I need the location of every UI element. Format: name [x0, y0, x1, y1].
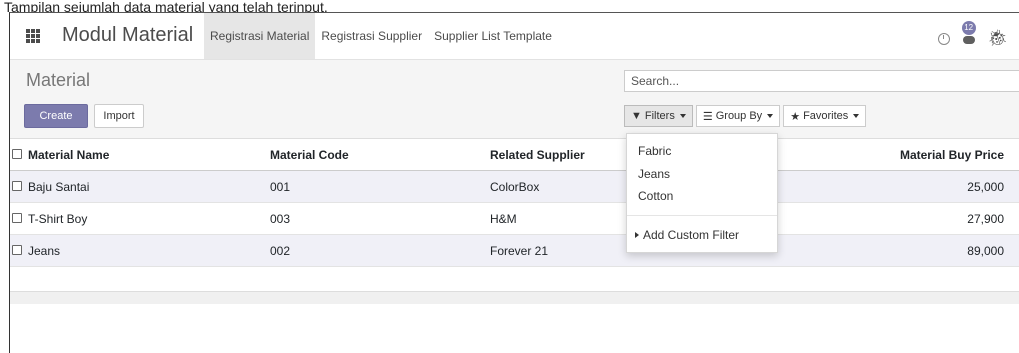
menu-supplier-list-template[interactable]: Supplier List Template: [428, 13, 558, 59]
table-row[interactable]: Baju Santai 001 ColorBox 25,000: [10, 171, 1019, 203]
activity-clock-icon[interactable]: [937, 33, 950, 45]
row-checkbox[interactable]: [12, 181, 22, 191]
row-checkbox[interactable]: [12, 245, 22, 255]
cell-buy-price: 27,900: [967, 212, 1004, 226]
chat-bubble-icon: [962, 36, 975, 44]
create-button[interactable]: Create: [24, 104, 88, 128]
header-material-buy-price[interactable]: Material Buy Price: [900, 148, 1004, 162]
group-by-button[interactable]: ☰ Group By: [695, 105, 781, 127]
filter-funnel-icon: ▼: [631, 110, 642, 122]
cell-related-supplier: Forever 21: [490, 244, 549, 258]
table-header-row: Material Name Material Code Related Supp…: [10, 139, 1019, 171]
menu-registrasi-material[interactable]: Registrasi Material: [204, 13, 316, 59]
apps-grid-icon[interactable]: [26, 29, 40, 43]
odoo-window: Modul Material Registrasi Material Regis…: [9, 12, 1019, 353]
filter-option-fabric[interactable]: Fabric: [638, 144, 671, 158]
cell-buy-price: 89,000: [967, 244, 1004, 258]
select-all-checkbox[interactable]: [12, 149, 22, 159]
cell-material-name: Jeans: [28, 244, 61, 258]
header-material-code[interactable]: Material Code: [270, 148, 349, 162]
cell-related-supplier: H&M: [490, 212, 517, 226]
filter-option-jeans[interactable]: Jeans: [638, 167, 670, 181]
control-panel: Material Create Import ▼ Filters ☰ Group…: [10, 60, 1019, 139]
group-by-list-icon: ☰: [702, 110, 713, 123]
cell-material-code: 001: [270, 180, 291, 194]
search-input[interactable]: [624, 70, 1019, 92]
debug-bug-icon[interactable]: 🐞︎: [988, 28, 1008, 48]
list-footer-bar: [10, 291, 1019, 304]
cell-material-name: T-Shirt Boy: [28, 212, 88, 226]
star-icon: ★: [790, 110, 801, 123]
header-material-name[interactable]: Material Name: [28, 148, 109, 162]
app-title[interactable]: Modul Material: [62, 24, 193, 47]
cell-buy-price: 25,000: [967, 180, 1004, 194]
messaging-icon[interactable]: 12: [960, 21, 978, 49]
cell-material-code: 003: [270, 212, 291, 226]
import-button[interactable]: Import: [94, 104, 144, 128]
notification-badge: 12: [961, 21, 976, 35]
favorites-button[interactable]: ★ Favorites: [783, 105, 867, 127]
add-custom-filter-label: Add Custom Filter: [643, 228, 740, 242]
cell-material-name: Baju Santai: [28, 180, 90, 194]
add-custom-filter[interactable]: Add Custom Filter: [635, 228, 739, 242]
caret-right-icon: [635, 232, 639, 238]
material-list-table: Material Name Material Code Related Supp…: [10, 139, 1019, 267]
filters-dropdown-menu: Fabric Jeans Cotton Add Custom Filter: [626, 133, 778, 253]
filters-label: Filters: [644, 110, 675, 122]
menu-registrasi-supplier[interactable]: Registrasi Supplier: [315, 13, 428, 59]
page-title: Material: [26, 70, 91, 90]
table-row[interactable]: T-Shirt Boy 003 H&M 27,900: [10, 203, 1019, 235]
main-menu: Registrasi Material Registrasi Supplier …: [204, 13, 558, 59]
cell-related-supplier: ColorBox: [490, 180, 540, 194]
header-related-supplier[interactable]: Related Supplier: [490, 148, 585, 162]
dropdown-divider: [627, 215, 777, 216]
chevron-down-icon: [853, 114, 860, 118]
filter-option-cotton[interactable]: Cotton: [638, 189, 673, 203]
cell-material-code: 002: [270, 244, 291, 258]
row-checkbox[interactable]: [12, 213, 22, 223]
search-options: ▼ Filters ☰ Group By ★ Favorites: [624, 105, 867, 127]
top-navbar: Modul Material Registrasi Material Regis…: [10, 13, 1019, 60]
group-by-label: Group By: [715, 110, 763, 122]
chevron-down-icon: [679, 114, 686, 118]
systray: 12 🐞︎: [937, 21, 1008, 49]
filters-button[interactable]: ▼ Filters: [624, 105, 693, 127]
table-row[interactable]: Jeans 002 Forever 21 89,000: [10, 235, 1019, 267]
favorites-label: Favorites: [803, 110, 849, 122]
chevron-down-icon: [767, 114, 774, 118]
